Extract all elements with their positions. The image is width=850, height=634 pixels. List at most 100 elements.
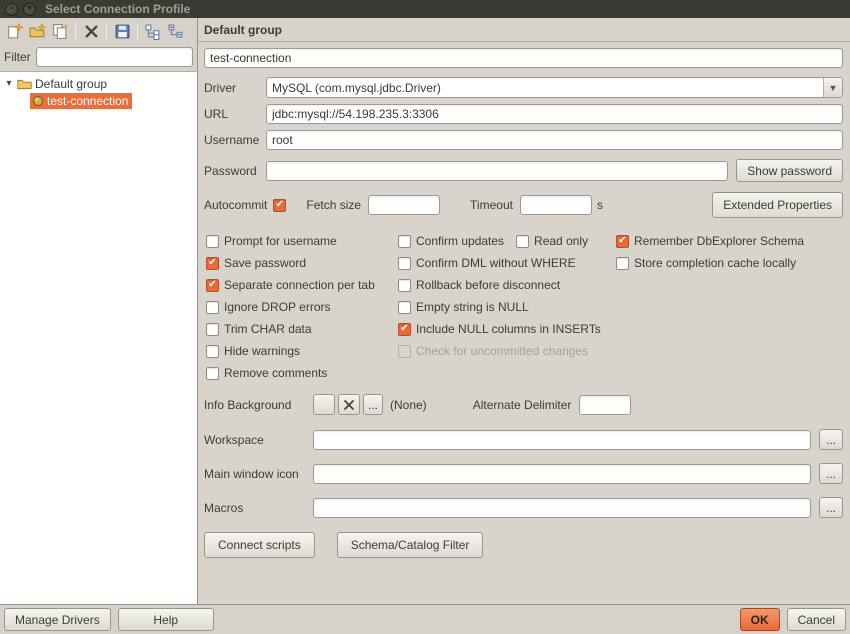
dialog-body: Filter ▾ Default group xyxy=(0,18,850,604)
tree-expand-icon[interactable]: ▾ xyxy=(4,78,14,89)
tree-item-test-connection[interactable]: test-connection xyxy=(0,92,197,109)
checkbox-check-for-uncommitted-changes: Check for uncommitted changes xyxy=(398,344,588,358)
checkbox-ignore-drop-errors[interactable]: Ignore DROP errors xyxy=(206,300,330,314)
url-row: URL xyxy=(204,104,843,124)
checkbox-remove-comments[interactable]: Remove comments xyxy=(206,366,327,380)
toolbar-separator xyxy=(75,23,76,40)
checkbox-prompt-for-username[interactable]: Prompt for username xyxy=(206,234,337,248)
info-background-clear-button[interactable] xyxy=(338,394,360,415)
new-profile-icon xyxy=(6,23,23,40)
checkbox-box xyxy=(206,301,219,314)
window-close-button[interactable]: × xyxy=(5,3,18,16)
checkbox-trim-char-data[interactable]: Trim CHAR data xyxy=(206,322,312,336)
autocommit-checkbox[interactable] xyxy=(273,199,286,212)
main-window-icon-label: Main window icon xyxy=(204,467,313,481)
checkbox-rollback-before-disconnect[interactable]: Rollback before disconnect xyxy=(398,278,560,292)
profile-editor-panel: Default group Driver MySQL (com.mysql.jd… xyxy=(197,18,850,604)
collapse-all-button[interactable] xyxy=(165,21,187,43)
macros-input[interactable] xyxy=(313,498,811,518)
toolbar-separator xyxy=(106,23,107,40)
copy-profile-icon xyxy=(52,23,69,40)
checkbox-separate-connection-per-tab[interactable]: Separate connection per tab xyxy=(206,278,375,292)
username-input[interactable] xyxy=(266,130,843,150)
profile-toolbar xyxy=(0,18,197,45)
checkbox-box xyxy=(206,279,219,292)
select-connection-profile-dialog: × ▾ Select Connection Profile xyxy=(0,0,850,634)
timeout-label: Timeout xyxy=(470,198,513,212)
main-window-icon-input[interactable] xyxy=(313,464,811,484)
workspace-browse-button[interactable]: ... xyxy=(819,429,843,450)
new-profile-button[interactable] xyxy=(3,21,25,43)
checkbox-empty-string-is-null[interactable]: Empty string is NULL xyxy=(398,300,529,314)
close-icon: × xyxy=(9,4,15,14)
driver-row: Driver MySQL (com.mysql.jdbc.Driver) ▼ xyxy=(204,77,843,98)
checkbox-box xyxy=(398,235,411,248)
profile-editor-content: Driver MySQL (com.mysql.jdbc.Driver) ▼ U… xyxy=(198,42,850,604)
collapse-all-icon xyxy=(168,23,185,40)
checkbox-box xyxy=(206,367,219,380)
info-background-picker-button[interactable]: ... xyxy=(363,394,383,415)
macros-browse-button[interactable]: ... xyxy=(819,497,843,518)
connect-scripts-button[interactable]: Connect scripts xyxy=(204,532,315,558)
tree-item-selection: test-connection xyxy=(30,93,132,109)
checkbox-save-password[interactable]: Save password xyxy=(206,256,306,270)
main-window-icon-browse-button[interactable]: ... xyxy=(819,463,843,484)
checkbox-box xyxy=(616,257,629,270)
titlebar: × ▾ Select Connection Profile xyxy=(0,0,850,18)
checkbox-confirm-updates[interactable]: Confirm updates xyxy=(398,234,504,248)
checkbox-box xyxy=(398,279,411,292)
checkbox-read-only[interactable]: Read only xyxy=(516,234,588,248)
profile-list-panel: Filter ▾ Default group xyxy=(0,18,197,604)
checkbox-include-null-columns-in-inserts[interactable]: Include NULL columns in INSERTs xyxy=(398,322,601,336)
timeout-unit: s xyxy=(597,198,603,212)
window-minimize-button[interactable]: ▾ xyxy=(23,3,36,16)
info-background-color-swatch[interactable] xyxy=(313,394,335,415)
checkbox-remember-dbexplorer-schema[interactable]: Remember DbExplorer Schema xyxy=(616,234,804,248)
tree-group-default-group[interactable]: ▾ Default group xyxy=(0,75,197,92)
expand-all-icon xyxy=(145,23,162,40)
driver-value: MySQL (com.mysql.jdbc.Driver) xyxy=(267,78,823,97)
workspace-input[interactable] xyxy=(313,430,811,450)
help-button[interactable]: Help xyxy=(118,608,214,631)
alternate-delimiter-input[interactable] xyxy=(579,395,631,415)
ok-button[interactable]: OK xyxy=(740,608,780,631)
profile-name-input[interactable] xyxy=(204,48,843,68)
schema-catalog-filter-button[interactable]: Schema/Catalog Filter xyxy=(337,532,484,558)
autocommit-row: Autocommit Fetch size Timeout s Extended… xyxy=(204,192,843,218)
password-label: Password xyxy=(204,164,266,178)
password-input[interactable] xyxy=(266,161,728,181)
delete-icon xyxy=(83,23,100,40)
manage-drivers-button[interactable]: Manage Drivers xyxy=(4,608,111,631)
save-icon xyxy=(114,23,131,40)
checkbox-box xyxy=(398,345,411,358)
expand-all-button[interactable] xyxy=(142,21,164,43)
info-background-value: (None) xyxy=(390,398,427,412)
copy-profile-button[interactable] xyxy=(49,21,71,43)
info-background-label: Info Background xyxy=(204,398,313,412)
fetch-size-input[interactable] xyxy=(368,195,440,215)
cancel-button[interactable]: Cancel xyxy=(787,608,846,631)
profile-tree[interactable]: ▾ Default group test-connection xyxy=(0,71,197,604)
group-header: Default group xyxy=(198,18,850,42)
show-password-button[interactable]: Show password xyxy=(736,159,843,182)
checkbox-hide-warnings[interactable]: Hide warnings xyxy=(206,344,300,358)
dialog-button-bar: Manage Drivers Help OK Cancel xyxy=(0,604,850,634)
chevron-down-icon: ▼ xyxy=(829,83,838,93)
driver-select[interactable]: MySQL (com.mysql.jdbc.Driver) ▼ xyxy=(266,77,843,98)
checkbox-store-completion-cache-locally[interactable]: Store completion cache locally xyxy=(616,256,796,270)
window-title: Select Connection Profile xyxy=(45,2,190,16)
options-column-2: Confirm updates Read only Confirm DML wi… xyxy=(398,230,616,362)
info-background-row: Info Background ... (None) Alternate Del… xyxy=(204,394,843,415)
filter-input[interactable] xyxy=(36,47,193,67)
timeout-input[interactable] xyxy=(520,195,592,215)
password-row: Password Show password xyxy=(204,159,843,182)
checkbox-box xyxy=(398,257,411,270)
checkbox-box xyxy=(616,235,629,248)
delete-profile-button[interactable] xyxy=(80,21,102,43)
driver-dropdown-button[interactable]: ▼ xyxy=(823,78,842,97)
save-profiles-button[interactable] xyxy=(111,21,133,43)
new-group-button[interactable] xyxy=(26,21,48,43)
checkbox-confirm-dml-without-where[interactable]: Confirm DML without WHERE xyxy=(398,256,576,270)
extended-properties-button[interactable]: Extended Properties xyxy=(712,192,843,218)
url-input[interactable] xyxy=(266,104,843,124)
